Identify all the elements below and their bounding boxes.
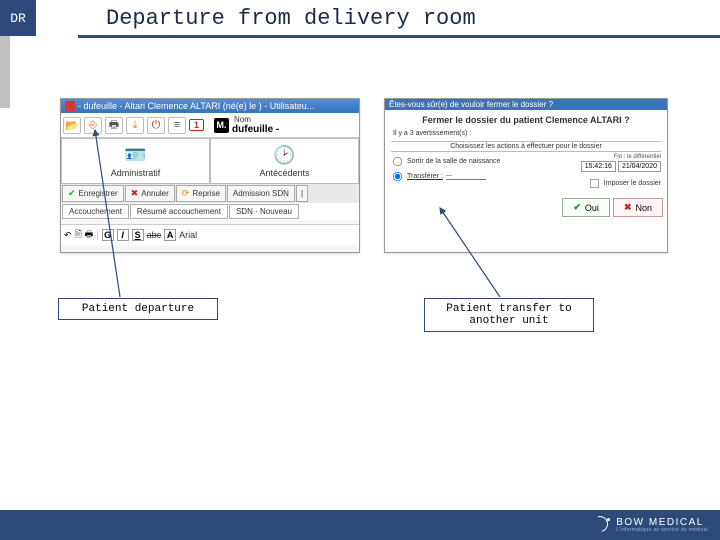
time-field[interactable]: 15:42:16 xyxy=(581,161,616,172)
subtabs-row: Accouchement Résumé accouchement SDN - N… xyxy=(61,203,359,220)
window-titlebar: - dufeuille - Altari Clemence ALTARI (né… xyxy=(61,99,359,113)
no-button[interactable]: ✖Non xyxy=(613,198,663,217)
patient-departure-icon[interactable]: ⎆ xyxy=(84,117,102,134)
dialog-question-bar: Êtes-vous sûr(e) de vouloir fermer le do… xyxy=(385,99,667,110)
slide-title: Departure from delivery room xyxy=(36,0,720,35)
history-icon: 🕑 xyxy=(273,145,295,166)
app-icon xyxy=(65,101,75,111)
save-button[interactable]: ✔Enregistrer xyxy=(62,185,124,202)
nom-label: Nom xyxy=(234,115,279,124)
yes-button[interactable]: ✔Oui xyxy=(562,198,610,217)
category-tabs: 🪪 Administratif 🕑 Antécédents xyxy=(61,138,359,184)
callout-patient-departure: Patient departure xyxy=(58,298,218,320)
close-dossier-dialog: Êtes-vous sûr(e) de vouloir fermer le do… xyxy=(384,98,668,253)
warnings-header: Il y a 3 avertissement(s) : xyxy=(391,128,661,139)
underline-button[interactable]: S xyxy=(132,229,144,241)
callout-patient-transfer: Patient transfer to another unit xyxy=(424,298,594,332)
option-sortir[interactable]: Sortir de la salle de naissance xyxy=(391,154,577,169)
option-transferer[interactable]: Transférer : — xyxy=(391,169,577,184)
tab-resume-accouchement[interactable]: Résumé accouchement xyxy=(130,204,228,219)
format-toolbar: ↶ 🗎 🖶 | G I S abc A Arial xyxy=(61,224,359,245)
gender-icon: M. xyxy=(214,118,229,133)
strike-button[interactable]: abc xyxy=(147,230,162,240)
bold-button[interactable]: G xyxy=(102,229,114,241)
date-field[interactable]: 21/04/2020 xyxy=(618,161,661,172)
doc-icon[interactable]: 🗎 xyxy=(75,227,82,243)
font-name[interactable]: Arial xyxy=(179,230,197,240)
impose-checkbox[interactable] xyxy=(590,179,599,188)
dialog-title: Fermer le dossier du patient Clemence AL… xyxy=(391,113,661,128)
open-folder-icon[interactable]: 📂 xyxy=(63,117,81,134)
window-title: - dufeuille - Altari Clemence ALTARI (né… xyxy=(78,101,314,111)
tab-administratif[interactable]: 🪪 Administratif xyxy=(61,138,210,184)
alert-badge: 1 xyxy=(189,119,204,131)
slide-footer: BOW MEDICAL L'informatique au service du… xyxy=(0,510,720,540)
cancel-button[interactable]: ✖Annuler xyxy=(125,185,175,202)
more-button[interactable]: | xyxy=(296,185,308,202)
tab-admin-label: Administratif xyxy=(111,168,161,178)
dr-badge: DR xyxy=(0,0,36,36)
print2-icon[interactable]: 🖶 xyxy=(85,227,94,243)
logo-mark-icon xyxy=(592,516,610,534)
content-canvas: - dufeuille - Altari Clemence ALTARI (né… xyxy=(0,38,720,498)
brand-logo: BOW MEDICAL L'informatique au service du… xyxy=(592,516,708,534)
brand-tagline: L'informatique au service du médical xyxy=(616,527,708,533)
italic-button[interactable]: I xyxy=(117,229,129,241)
dialog-actions: ✔Oui ✖Non xyxy=(385,194,667,221)
main-toolbar: 📂 ⎆ 🖶 ⤓ ⏻ ≡ 1 M. Nom dufeuille - xyxy=(61,113,359,138)
reprise-button[interactable]: ⟳Reprise xyxy=(176,185,226,202)
font-color-button[interactable]: A xyxy=(164,229,176,241)
print-icon[interactable]: 🖶 xyxy=(105,117,123,134)
radio-transferer[interactable] xyxy=(393,172,402,181)
id-card-icon: 🪪 xyxy=(124,145,146,166)
tab-accouchement[interactable]: Accouchement xyxy=(62,204,129,219)
export-icon[interactable]: ⤓ xyxy=(126,117,144,134)
nom-value: dufeuille - xyxy=(232,124,279,135)
radio-sortir[interactable] xyxy=(393,157,402,166)
impose-checkbox-row[interactable]: Imposer le dossier xyxy=(581,176,661,191)
action-buttons-row: ✔Enregistrer ✖Annuler ⟳Reprise Admission… xyxy=(61,184,359,203)
dialog-section-label: Choisissez les actions à effectuer pour … xyxy=(391,141,661,152)
time-context-label: Fin : le différentiel xyxy=(581,154,661,161)
tab-ante-label: Antécédents xyxy=(259,168,309,178)
admission-sdn-button[interactable]: Admission SDN xyxy=(227,185,295,202)
slide-header: DR Departure from delivery room xyxy=(0,0,720,38)
patient-record-window: - dufeuille - Altari Clemence ALTARI (né… xyxy=(60,98,360,253)
power-icon[interactable]: ⏻ xyxy=(147,117,165,134)
undo-icon[interactable]: ↶ xyxy=(64,230,72,241)
tab-antecedents[interactable]: 🕑 Antécédents xyxy=(210,138,359,184)
tab-sdn-nouveau[interactable]: SDN - Nouveau xyxy=(229,204,299,219)
tool-icon[interactable]: ≡ xyxy=(168,117,186,134)
